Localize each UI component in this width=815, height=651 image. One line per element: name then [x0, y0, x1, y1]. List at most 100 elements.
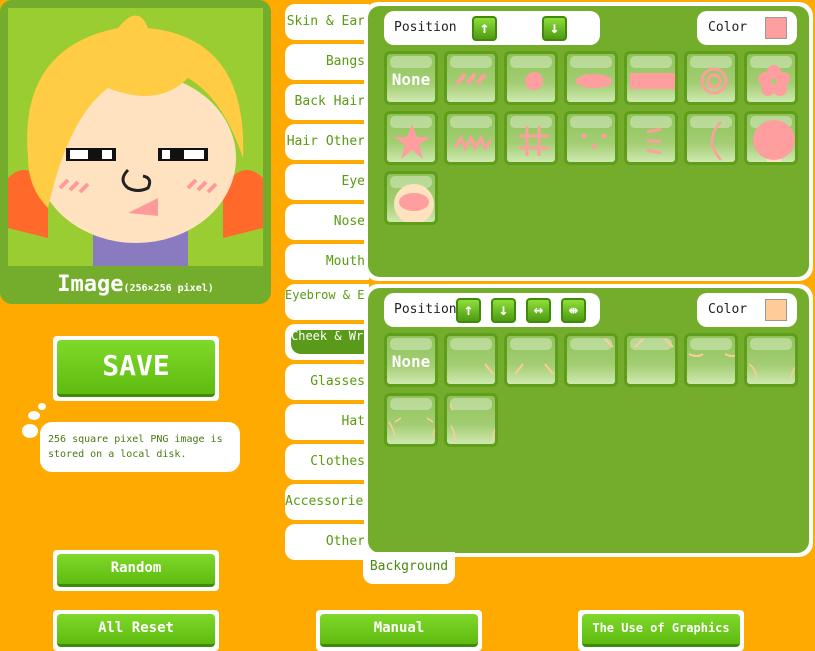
tab-other[interactable]: Other: [285, 524, 369, 560]
tab-bangs[interactable]: Bangs: [285, 44, 369, 80]
move-down-button[interactable]: ↓: [491, 298, 516, 323]
wrinkle-top-both-icon: [634, 338, 674, 348]
image-panel: Image(256×256 pixel): [0, 0, 271, 304]
save-label: SAVE: [57, 340, 215, 397]
tab-background[interactable]: Background: [363, 552, 455, 584]
head-top-icon: [753, 120, 795, 162]
all-reset-label: All Reset: [57, 614, 215, 647]
part-option-wrinkle-sides[interactable]: [744, 333, 798, 387]
tab-mouth[interactable]: Mouth: [285, 244, 369, 280]
tab-label: Cheek & Wrinkle: [291, 330, 369, 354]
random-button[interactable]: Random: [53, 550, 219, 591]
part-option-head-top[interactable]: [744, 111, 798, 165]
part-option-lines[interactable]: [624, 111, 678, 165]
color-label: Color: [708, 302, 748, 317]
part-option-dot[interactable]: [504, 51, 558, 105]
manual-label: Manual: [320, 614, 478, 647]
tab-cheek-wrinkle[interactable]: Cheek & Wrinkle: [285, 324, 369, 360]
part-option-wrinkle-corners[interactable]: [444, 393, 498, 447]
none-label: None: [391, 352, 431, 371]
wrinkle-sides-icon: [748, 363, 795, 379]
part-option-ellipse[interactable]: [564, 51, 618, 105]
tab-accessories[interactable]: Accessories: [285, 484, 369, 520]
move-down-button[interactable]: ↓: [542, 16, 567, 41]
tab-label: Bangs: [325, 54, 365, 69]
tab-eyebrow-eyelash[interactable]: Eyebrow & Eyelash: [285, 284, 369, 320]
part-option-wrinkle-right[interactable]: [444, 333, 498, 387]
save-hint: 256 square pixel PNG image is stored on …: [40, 422, 240, 472]
part-option-hash[interactable]: [504, 111, 558, 165]
tab-hat[interactable]: Hat: [285, 404, 369, 440]
part-option-zigzag[interactable]: [444, 111, 498, 165]
part-option-wrinkle-both[interactable]: [504, 333, 558, 387]
part-option-wrinkle-top-both[interactable]: [624, 333, 678, 387]
graphics-usage-label: The Use of Graphics: [582, 614, 740, 647]
part-option-wrinkle-cheeks[interactable]: [384, 393, 438, 447]
color-picker[interactable]: [765, 299, 787, 321]
part-option-rectangle[interactable]: [624, 51, 678, 105]
tab-label: Other: [325, 534, 365, 549]
tab-label: Glasses: [310, 374, 365, 389]
bottom-parts-panel: Position ↑ ↓ ↔ ⇹ Color None: [364, 284, 813, 557]
part-option-none[interactable]: None: [384, 333, 438, 387]
position-label: Position: [394, 302, 457, 317]
widen-button[interactable]: ↔: [526, 298, 551, 323]
tab-glasses[interactable]: Glasses: [285, 364, 369, 400]
part-option-wrinkle-eyes[interactable]: [684, 333, 738, 387]
wrinkle-top-right-icon: [604, 338, 614, 348]
part-option-none[interactable]: None: [384, 51, 438, 105]
tab-label: Clothes: [310, 454, 365, 469]
part-option-arc[interactable]: [684, 111, 738, 165]
save-button[interactable]: SAVE: [53, 336, 219, 401]
all-reset-button[interactable]: All Reset: [53, 610, 219, 651]
tab-label: Eyebrow & Eyelash: [285, 288, 369, 302]
wrinkle-cheeks-icon: [388, 417, 435, 437]
tab-eye[interactable]: Eye: [285, 164, 369, 200]
part-option-flower[interactable]: [744, 51, 798, 105]
zigzag-icon: [453, 134, 493, 152]
spiral-icon: [700, 67, 728, 95]
arc-icon: [710, 121, 722, 161]
tab-label: Mouth: [325, 254, 365, 269]
tab-nose[interactable]: Nose: [285, 204, 369, 240]
tab-label: Eye: [341, 174, 365, 189]
lines-icon: [646, 127, 662, 155]
part-option-slashes[interactable]: [444, 51, 498, 105]
wrinkle-eyes-icon: [688, 353, 735, 357]
move-up-button[interactable]: ↑: [472, 16, 497, 41]
tab-label: Nose: [333, 214, 365, 229]
part-option-wrinkle-top-right[interactable]: [564, 333, 618, 387]
position-bar: Position ↑ ↓: [384, 11, 600, 45]
tab-clothes[interactable]: Clothes: [285, 444, 369, 480]
dot-icon: [525, 72, 543, 90]
part-option-star[interactable]: [384, 111, 438, 165]
wrinkle-both-icon: [514, 363, 554, 375]
slashes-icon: [455, 72, 487, 86]
tab-label: Back Hair: [294, 94, 365, 109]
caption-title: Image: [57, 272, 124, 297]
position-bar: Position ↑ ↓ ↔ ⇹: [384, 293, 600, 327]
tab-skin-ear[interactable]: Skin & Ear: [285, 4, 369, 40]
tab-label: Skin & Ear: [286, 14, 365, 29]
avatar-preview: [8, 8, 263, 266]
random-label: Random: [57, 554, 215, 587]
narrow-button[interactable]: ⇹: [561, 298, 586, 323]
tab-label: Hair Other: [286, 134, 365, 149]
color-bar: Color: [697, 11, 797, 45]
graphics-usage-button[interactable]: The Use of Graphics: [578, 610, 744, 651]
color-label: Color: [708, 20, 748, 35]
manual-button[interactable]: Manual: [316, 610, 482, 651]
tab-back-hair[interactable]: Back Hair: [285, 84, 369, 120]
part-option-dots[interactable]: [564, 111, 618, 165]
part-option-spiral[interactable]: [684, 51, 738, 105]
ellipse-icon: [576, 74, 612, 88]
position-label: Position: [394, 20, 457, 35]
flower-icon: [758, 65, 790, 96]
color-bar: Color: [697, 293, 797, 327]
part-option-head-mouth[interactable]: [384, 171, 438, 225]
move-up-button[interactable]: ↑: [456, 298, 481, 323]
wrinkle-corners-icon: [450, 403, 495, 441]
tab-hair-other[interactable]: Hair Other: [285, 124, 369, 160]
color-picker[interactable]: [765, 17, 787, 39]
tab-label: Hat: [341, 414, 365, 429]
